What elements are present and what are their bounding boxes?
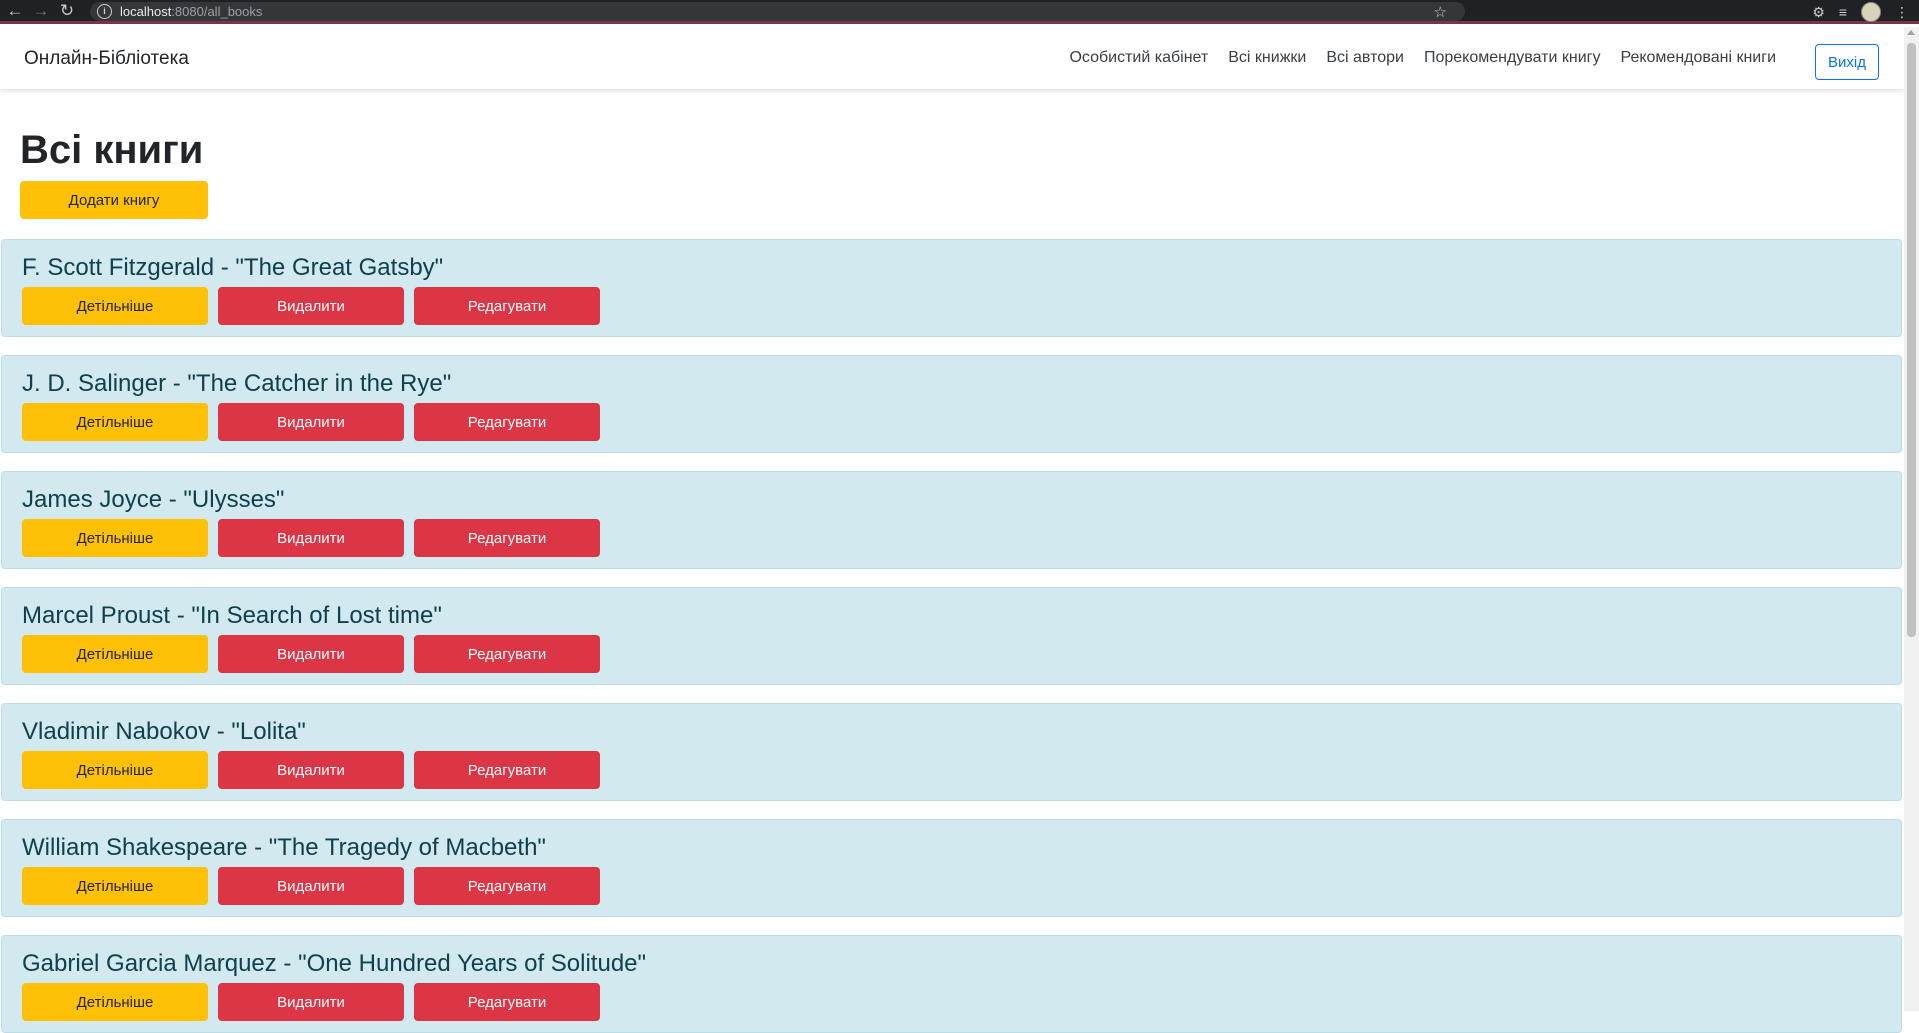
forward-arrow-icon[interactable]: → [30,0,52,22]
book-title: William Shakespeare - "The Tragedy of Ma… [22,834,546,861]
edit-button[interactable]: Редагувати [414,403,600,441]
book-card: J. D. Salinger - "The Catcher in the Rye… [1,355,1902,453]
nav-link-all-books[interactable]: Всі книжки [1228,49,1306,67]
nav-link-profile[interactable]: Особистий кабінет [1069,49,1208,67]
brand-logo[interactable]: Онлайн-Бібліотека [24,48,189,70]
extensions-icon[interactable]: ⚙ [1812,4,1825,21]
details-button[interactable]: Детільніше [22,287,208,325]
details-button[interactable]: Детільніше [22,519,208,557]
delete-button[interactable]: Видалити [218,635,404,673]
book-title: Vladimir Nabokov - "Lolita" [22,718,306,745]
scroll-up-arrow-icon[interactable] [1907,30,1915,35]
browser-menu-icon[interactable]: ⋮ [1895,4,1909,21]
delete-button[interactable]: Видалити [218,519,404,557]
address-bar[interactable]: i localhost:8080/all_books ☆ [90,2,1465,21]
bookmark-star-icon[interactable]: ☆ [1434,3,1447,21]
profile-avatar[interactable] [1861,2,1881,22]
reading-list-icon[interactable]: ≡ [1839,4,1847,20]
delete-button[interactable]: Видалити [218,867,404,905]
details-button[interactable]: Детільніше [22,983,208,1021]
edit-button[interactable]: Редагувати [414,519,600,557]
nav-link-all-authors[interactable]: Всі автори [1326,49,1404,67]
edit-button[interactable]: Редагувати [414,751,600,789]
book-card: William Shakespeare - "The Tragedy of Ma… [1,819,1902,917]
reload-icon[interactable]: ↻ [56,0,78,22]
details-button[interactable]: Детільніше [22,635,208,673]
site-info-icon[interactable]: i [97,4,112,19]
edit-button[interactable]: Редагувати [414,867,600,905]
book-card: Vladimir Nabokov - "Lolita" Детільніше В… [1,703,1902,801]
edit-button[interactable]: Редагувати [414,287,600,325]
back-arrow-icon[interactable]: ← [4,0,26,22]
logout-button[interactable]: Вихід [1815,44,1879,80]
add-book-button[interactable]: Додати книгу [20,181,208,219]
details-button[interactable]: Детільніше [22,751,208,789]
details-button[interactable]: Детільніше [22,867,208,905]
edit-button[interactable]: Редагувати [414,983,600,1021]
book-title: J. D. Salinger - "The Catcher in the Rye… [22,370,452,397]
page-scrollbar[interactable] [1904,27,1919,1011]
nav-links: Особистий кабінет Всі книжки Всі автори … [1049,49,1776,67]
book-title: Gabriel Garcia Marquez - "One Hundred Ye… [22,950,647,977]
scrollbar-thumb[interactable] [1907,43,1916,637]
book-title: James Joyce - "Ulysses" [22,486,285,513]
edit-button[interactable]: Редагувати [414,635,600,673]
delete-button[interactable]: Видалити [218,751,404,789]
page-title: Всі книги [20,128,204,172]
book-card: Marcel Proust - "In Search of Lost time"… [1,587,1902,685]
delete-button[interactable]: Видалити [218,403,404,441]
url-path: :8080/all_books [171,4,263,19]
browser-toolbar: ← → ↻ i localhost:8080/all_books ☆ ⚙ ≡ ⋮ [0,0,1919,24]
book-card: F. Scott Fitzgerald - "The Great Gatsby"… [1,239,1902,337]
book-title: Marcel Proust - "In Search of Lost time" [22,602,442,629]
book-title: F. Scott Fitzgerald - "The Great Gatsby" [22,254,444,281]
url-host: localhost [120,4,172,19]
delete-button[interactable]: Видалити [218,983,404,1021]
site-navbar: Онлайн-Бібліотека Особистий кабінет Всі … [0,27,1904,89]
book-card: Gabriel Garcia Marquez - "One Hundred Ye… [1,935,1902,1033]
nav-link-recommend-book[interactable]: Порекомендувати книгу [1424,49,1601,67]
book-card: James Joyce - "Ulysses" Детільніше Видал… [1,471,1902,569]
delete-button[interactable]: Видалити [218,287,404,325]
details-button[interactable]: Детільніше [22,403,208,441]
nav-link-recommended-books[interactable]: Рекомендовані книги [1620,49,1776,67]
